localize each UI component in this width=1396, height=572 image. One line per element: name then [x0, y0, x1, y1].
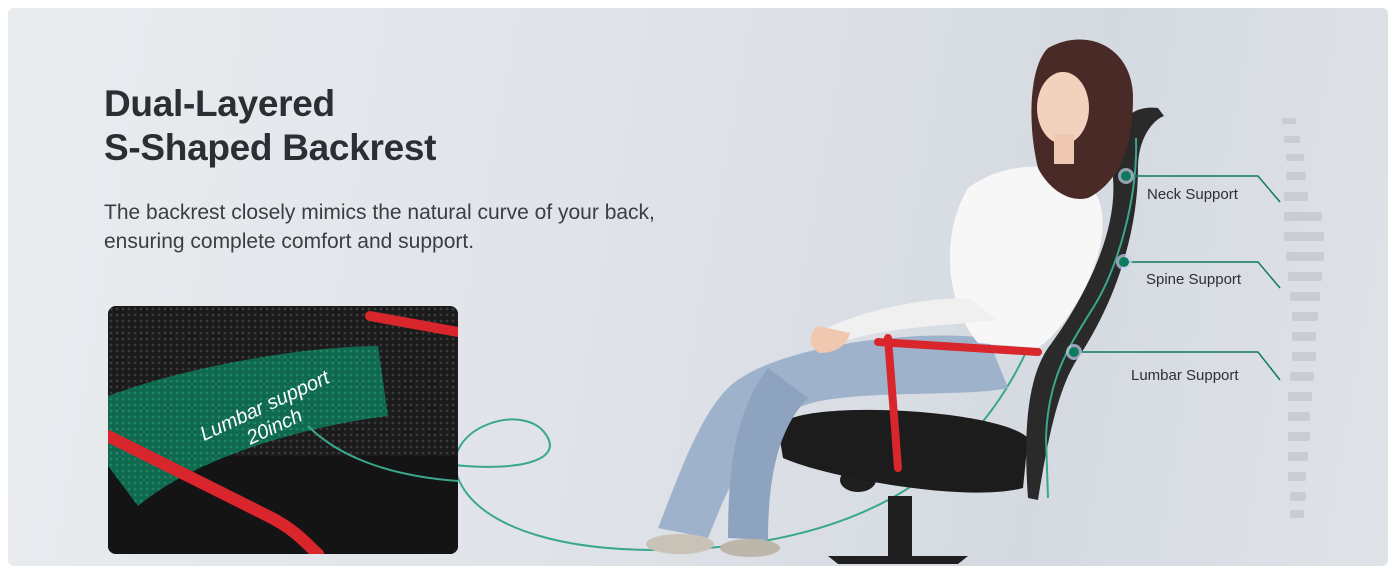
description-line-1: The backrest closely mimics the natural …	[104, 201, 655, 224]
description: The backrest closely mimics the natural …	[104, 198, 744, 256]
spine-support-callout: Spine Support	[1146, 271, 1242, 288]
page-title: Dual-Layered S-Shaped Backrest	[104, 82, 436, 170]
chair-seat	[778, 409, 1028, 493]
neck-support-callout: Neck Support	[1147, 186, 1238, 203]
lumbar-closeup-image: Lumbar support 20inch	[108, 306, 458, 554]
person-face	[1037, 72, 1089, 144]
title-line-2: S-Shaped Backrest	[104, 127, 437, 168]
spine-graphic	[1282, 118, 1324, 518]
lumbar-support-callout: Lumbar Support	[1131, 367, 1239, 384]
title-line-1: Dual-Layered	[104, 83, 335, 124]
description-line-2: ensuring complete comfort and support.	[104, 230, 475, 253]
product-banner: Dual-Layered S-Shaped Backrest The backr…	[8, 8, 1388, 566]
